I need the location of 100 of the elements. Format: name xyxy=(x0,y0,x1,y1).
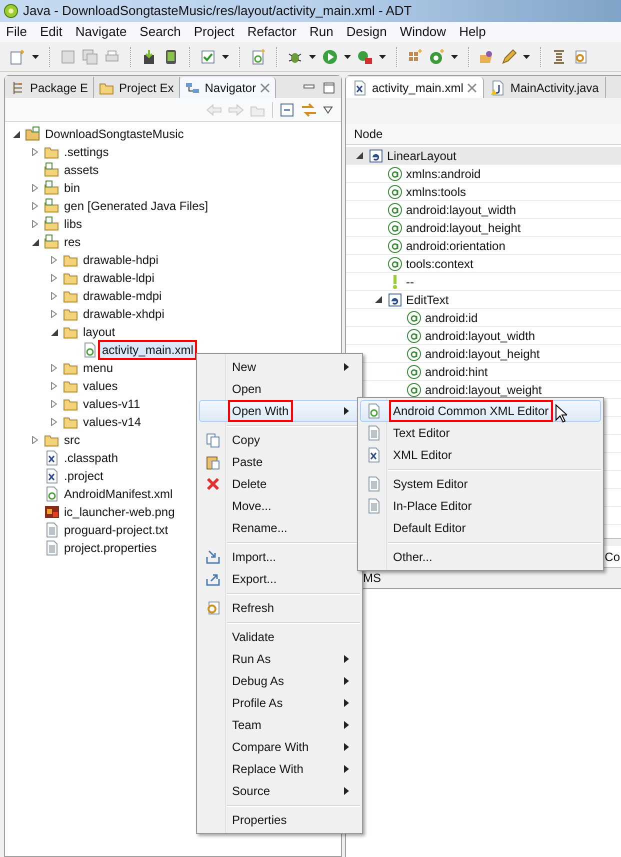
expand-arrow-icon[interactable] xyxy=(51,310,57,318)
popup-option[interactable]: Import... xyxy=(199,546,360,568)
top-bar-entry[interactable]: Help xyxy=(459,22,486,42)
node-row[interactable]: xmlns:android xyxy=(346,165,621,183)
node-row[interactable]: android:id xyxy=(346,309,621,327)
top-bar-entry[interactable]: Window xyxy=(400,22,446,42)
pencil-icon[interactable] xyxy=(501,48,517,64)
popup-option[interactable]: Other... xyxy=(360,546,601,568)
tree-item[interactable]: drawable-hdpi xyxy=(81,252,160,268)
popup-option[interactable]: Rename... xyxy=(199,517,360,539)
popup-option[interactable]: Team xyxy=(199,714,360,736)
expand-arrow-icon[interactable] xyxy=(51,400,57,408)
node-row[interactable]: android:layout_width xyxy=(346,201,621,219)
tree-item[interactable]: .project xyxy=(62,468,106,484)
collapse-arrow-icon[interactable] xyxy=(356,152,362,159)
node-row[interactable]: android:orientation xyxy=(346,237,621,255)
collapse-arrow-icon[interactable] xyxy=(12,130,20,138)
dropdown-caret-icon[interactable] xyxy=(451,54,458,58)
save-icon[interactable] xyxy=(60,48,76,64)
tree-item[interactable]: drawable-mdpi xyxy=(81,288,164,304)
maximize-icon[interactable] xyxy=(323,82,335,94)
dropdown-caret-icon[interactable] xyxy=(379,54,386,58)
dropdown-caret-icon[interactable] xyxy=(344,54,351,58)
tree-item[interactable]: DownloadSongtasteMusic xyxy=(43,126,186,142)
tree-item[interactable]: values xyxy=(81,378,120,394)
node-row[interactable]: android:layout_height xyxy=(346,219,621,237)
tree-item[interactable]: res xyxy=(62,234,83,250)
expand-arrow-icon[interactable] xyxy=(51,418,57,426)
editor-tab[interactable]: activity_main.xml xyxy=(346,77,484,98)
popup-option[interactable]: Source xyxy=(199,780,360,802)
popup-option[interactable]: System Editor xyxy=(360,473,601,495)
save-all-icon[interactable] xyxy=(82,48,98,64)
node-row[interactable]: -- xyxy=(346,273,621,291)
popup-option[interactable]: Open With xyxy=(199,400,360,422)
collapse-arrow-icon[interactable] xyxy=(32,238,38,246)
tree-item[interactable]: values-v11 xyxy=(81,396,142,412)
collapse-all-icon[interactable] xyxy=(279,102,295,116)
tree-item[interactable]: ic_launcher-web.png xyxy=(62,504,177,520)
close-icon[interactable] xyxy=(467,82,478,92)
expand-arrow-icon[interactable] xyxy=(51,382,57,390)
tree-item[interactable]: .classpath xyxy=(62,450,120,466)
dropdown-caret-icon[interactable] xyxy=(222,54,229,58)
tree-item[interactable]: menu xyxy=(81,360,116,376)
download-icon[interactable] xyxy=(141,48,157,64)
collapse-arrow-icon[interactable] xyxy=(50,328,58,336)
top-bar-entry[interactable]: Design xyxy=(346,22,387,42)
dropdown-caret-icon[interactable] xyxy=(32,54,39,58)
popup-option[interactable]: Move... xyxy=(199,495,360,517)
outline-icon[interactable] xyxy=(551,48,567,64)
tree-item[interactable]: .settings xyxy=(62,144,111,160)
collapse-arrow-icon[interactable] xyxy=(374,296,382,303)
popup-option[interactable]: Android Common XML Editor xyxy=(360,400,601,422)
top-bar-entry[interactable]: Refactor xyxy=(247,22,296,42)
new-class-icon[interactable] xyxy=(429,48,445,64)
sync-icon[interactable] xyxy=(573,48,589,64)
expand-arrow-icon[interactable] xyxy=(32,202,38,210)
popup-option[interactable]: Compare With xyxy=(199,736,360,758)
tree-item[interactable]: values-v14 xyxy=(81,414,144,430)
expand-arrow-icon[interactable] xyxy=(32,436,38,444)
close-icon[interactable] xyxy=(260,82,270,92)
tree-item[interactable]: AndroidManifest.xml xyxy=(62,486,175,502)
new-android-file-icon[interactable] xyxy=(250,48,266,64)
expand-arrow-icon[interactable] xyxy=(51,256,57,264)
print-icon[interactable] xyxy=(104,48,120,64)
top-bar-entry[interactable]: Project xyxy=(194,22,234,42)
node-row[interactable]: tools:context xyxy=(346,255,621,273)
dropdown-caret-icon[interactable] xyxy=(309,54,316,58)
node-row[interactable]: xmlns:tools xyxy=(346,183,621,201)
dropdown-caret-icon[interactable] xyxy=(523,54,530,58)
popup-option[interactable]: Refresh xyxy=(199,597,360,619)
expand-arrow-icon[interactable] xyxy=(32,220,38,228)
popup-option[interactable]: Validate xyxy=(199,626,360,648)
view-menu-icon[interactable] xyxy=(323,106,333,114)
expand-arrow-icon[interactable] xyxy=(32,148,38,156)
popup-option[interactable]: Default Editor xyxy=(360,517,601,539)
popup-option[interactable]: Profile As xyxy=(199,692,360,714)
node-row[interactable]: LinearLayout xyxy=(346,147,621,165)
view-tab[interactable]: MS xyxy=(363,569,381,587)
external-tools-icon[interactable] xyxy=(357,48,373,64)
popup-option[interactable]: Delete xyxy=(199,473,360,495)
tree-item[interactable]: assets xyxy=(62,162,101,178)
popup-option[interactable]: Properties xyxy=(199,809,360,831)
new-icon[interactable] xyxy=(10,48,26,64)
top-bar-entry[interactable]: Search xyxy=(140,22,181,42)
expand-arrow-icon[interactable] xyxy=(51,364,57,372)
top-bar-entry[interactable]: File xyxy=(6,22,27,42)
phone-icon[interactable] xyxy=(163,48,179,64)
expand-arrow-icon[interactable] xyxy=(32,184,38,192)
tree-item[interactable]: layout xyxy=(81,324,118,340)
popup-option[interactable]: Run As xyxy=(199,648,360,670)
top-bar-entry[interactable]: Edit xyxy=(40,22,62,42)
expand-arrow-icon[interactable] xyxy=(51,292,57,300)
tree-item[interactable]: activity_main.xml xyxy=(100,342,196,358)
popup-option[interactable]: XML Editor xyxy=(360,444,601,466)
popup-option[interactable]: Text Editor xyxy=(360,422,601,444)
tree-item[interactable]: libs xyxy=(62,216,84,232)
tree-item[interactable]: proguard-project.txt xyxy=(62,522,170,538)
view-tab[interactable]: Navigator xyxy=(180,77,276,98)
tree-item[interactable]: gen [Generated Java Files] xyxy=(62,198,210,214)
checkbox-icon[interactable] xyxy=(200,48,216,64)
